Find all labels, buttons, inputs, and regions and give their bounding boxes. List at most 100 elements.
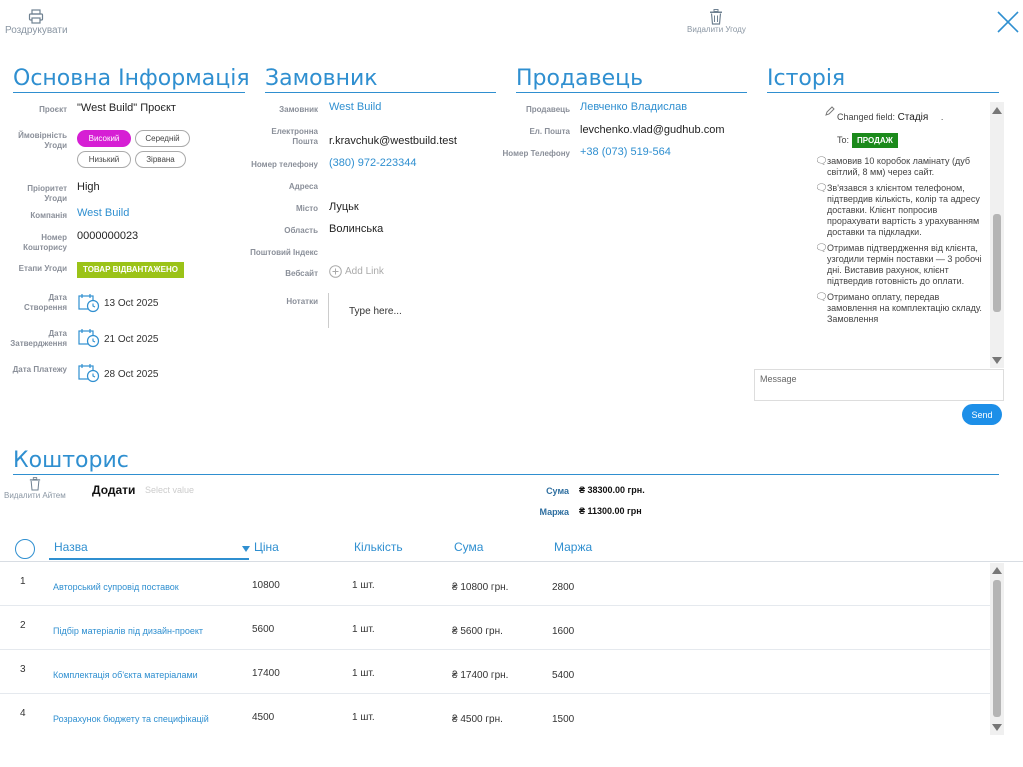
row-margin: 1500 [552, 714, 575, 725]
add-item-button[interactable]: Додати [92, 483, 135, 497]
row-number: 3 [20, 664, 26, 675]
estimate-number-value: 0000000023 [77, 230, 139, 242]
column-header-sum[interactable]: Сума [454, 540, 483, 554]
row-margin: 5400 [552, 670, 575, 681]
delete-item-button[interactable]: Видалити Айтем [4, 477, 66, 500]
city-value: Луцьк [329, 201, 359, 213]
section-title-seller: Продавець [516, 66, 747, 93]
calendar-icon[interactable] [78, 363, 100, 383]
section-title-main-info: Основна Інформація [13, 66, 250, 93]
notes-field[interactable]: Type here... [328, 293, 488, 328]
to-label: To: [837, 135, 850, 145]
changed-field-suffix: . [940, 112, 944, 122]
probability-label: Ймовірність Угоди [18, 131, 67, 150]
sum-value: ₴ 38300.00 грн. [579, 485, 645, 495]
region-value: Волинська [329, 223, 384, 235]
row-name-link[interactable]: Розрахунок бюджету та специфікацій [53, 714, 209, 724]
history-scroll-thumb[interactable] [993, 214, 1001, 312]
row-number: 4 [20, 708, 26, 719]
seller-phone-label: Номер Телефону [502, 149, 570, 158]
message-placeholder: Message [760, 374, 797, 384]
add-link-button[interactable]: Add Link [329, 265, 384, 278]
message-input[interactable]: Message [754, 369, 1004, 401]
probability-option-high[interactable]: Високий [77, 130, 131, 147]
probability-option-medium[interactable]: Середній [135, 130, 190, 147]
close-icon[interactable] [996, 10, 1020, 34]
history-comment: 🗨︎ Зв'язався з клієнтом телефоном, підтв… [815, 183, 987, 238]
margin-label: Маржа [539, 507, 570, 517]
history-comment-text: замовив 10 коробок ламінату (дуб світлий… [827, 156, 971, 177]
priority-label: Пріоритет Угоди [27, 184, 67, 203]
column-header-margin[interactable]: Маржа [554, 540, 592, 554]
row-name-link[interactable]: Комплектація об'єкта матеріалами [53, 670, 198, 680]
customer-email-value[interactable]: r.kravchuk@westbuild.test [329, 135, 457, 147]
row-number: 1 [20, 576, 26, 587]
trash-icon [29, 477, 41, 491]
sum-label: Сума [546, 486, 569, 496]
customer-link[interactable]: West Build [329, 101, 381, 113]
section-title-estimate: Кошторис [13, 448, 999, 475]
row-price: 10800 [252, 580, 280, 591]
estimate-table-body: 1 Авторський супровід поставок 10800 1 ш… [0, 562, 990, 738]
postal-label: Поштовий Індекс [250, 248, 318, 257]
column-header-price[interactable]: Ціна [254, 540, 279, 554]
row-qty: 1 шт. [352, 668, 375, 679]
item-select[interactable]: Select value [145, 485, 194, 495]
scroll-down-icon[interactable] [992, 724, 1002, 731]
probability-option-failed[interactable]: Зірвана [135, 151, 186, 168]
table-scroll-thumb[interactable] [993, 580, 1001, 717]
seller-link[interactable]: Левченко Владислав [580, 101, 687, 113]
notes-placeholder: Type here... [349, 306, 402, 317]
scroll-down-icon[interactable] [992, 357, 1002, 364]
stage-badge[interactable]: ТОВАР ВІДВАНТАЖЕНО [77, 262, 184, 278]
row-sum: ₴ 5600 грн. [452, 626, 503, 637]
section-title-history: Історія [767, 66, 999, 93]
seller-email-value[interactable]: levchenko.vlad@gudhub.com [580, 124, 724, 136]
changed-field-prefix: Changed field: [837, 112, 896, 122]
plus-circle-icon [329, 265, 342, 278]
row-name-link[interactable]: Авторський супровід поставок [53, 582, 179, 592]
customer-email-label: Електронна Пошта [271, 127, 318, 146]
customer-phone-link[interactable]: (380) 972-223344 [329, 157, 416, 169]
printer-icon [29, 9, 44, 24]
table-row[interactable]: 4 Розрахунок бюджету та специфікацій 450… [0, 694, 990, 738]
history-comment: 🗨︎ замовив 10 коробок ламінату (дуб світ… [815, 156, 987, 178]
row-name-link[interactable]: Підбір матеріалів під дизайн-проект [53, 626, 203, 636]
calendar-icon[interactable] [78, 293, 100, 313]
company-link[interactable]: West Build [77, 207, 129, 219]
scroll-up-icon[interactable] [992, 107, 1002, 114]
priority-value[interactable]: High [77, 181, 100, 193]
column-header-quantity[interactable]: Кількість [354, 540, 403, 554]
send-button[interactable]: Send [962, 404, 1002, 425]
changed-field-value: Стадія [897, 112, 929, 123]
probability-option-low[interactable]: Низький [77, 151, 131, 168]
sort-indicator-line [49, 558, 249, 560]
row-price: 4500 [252, 712, 275, 723]
history-comment: 🗨︎ Отримав підтвердження від клієнта, уз… [815, 243, 987, 287]
print-button[interactable]: Роздрукувати [5, 9, 68, 36]
website-label: Вебсайт [285, 269, 318, 278]
history-feed[interactable]: Changed field: Стадія . To: ПРОДАЖ 🗨︎ за… [815, 102, 987, 368]
table-row[interactable]: 3 Комплектація об'єкта матеріалами 17400… [0, 650, 990, 694]
customer-phone-label: Номер телефону [251, 160, 318, 169]
column-header-name[interactable]: Назва [54, 540, 88, 554]
seller-phone-link[interactable]: +38 (073) 519-564 [580, 146, 671, 158]
table-row[interactable]: 2 Підбір матеріалів під дизайн-проект 56… [0, 606, 990, 650]
approved-date-value: 21 Oct 2025 [104, 334, 159, 345]
print-label: Роздрукувати [5, 25, 68, 36]
calendar-icon[interactable] [78, 328, 100, 348]
delete-deal-button[interactable]: Видалити Угоду [687, 9, 746, 34]
row-price: 5600 [252, 624, 275, 635]
table-row[interactable]: 1 Авторський супровід поставок 10800 1 ш… [0, 562, 990, 606]
row-number: 2 [20, 620, 26, 631]
history-comment-text: Отримав підтвердження від клієнта, узгод… [827, 243, 982, 286]
payment-date-value: 28 Oct 2025 [104, 369, 159, 380]
notes-label: Нотатки [286, 297, 318, 306]
row-price: 17400 [252, 668, 280, 679]
sort-desc-icon[interactable] [242, 546, 250, 552]
history-comment: 🗨︎ Отримано оплату, передав замовлення н… [815, 292, 987, 325]
comment-icon: 🗨︎ [815, 243, 828, 254]
history-stage-badge: ПРОДАЖ [852, 133, 898, 148]
scroll-up-icon[interactable] [992, 567, 1002, 574]
select-all-checkbox[interactable] [15, 539, 35, 559]
